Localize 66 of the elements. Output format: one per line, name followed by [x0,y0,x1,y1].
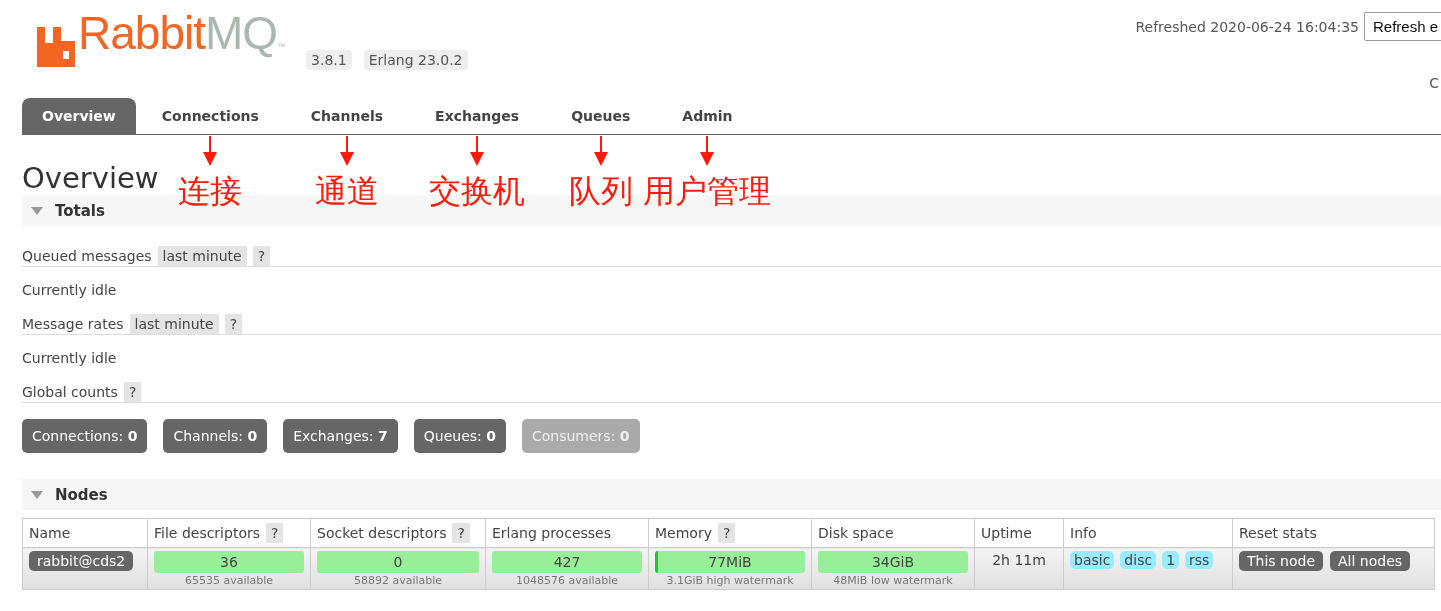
nav-tab[interactable]: Queues [545,98,657,134]
usage-detail: 48MiB low watermark [832,574,954,587]
arrow-icon [203,136,218,166]
info-tag: basic [1070,551,1115,569]
column-label: Disk space [818,525,894,541]
logo-icon [37,27,75,67]
section-header[interactable]: Nodes [22,479,1441,510]
help-button[interactable]: ? [224,314,243,334]
column-label: Uptime [981,525,1032,541]
column-label: Socket descriptors [317,525,447,541]
count-button[interactable]: Queues: 0 [413,419,506,453]
version-badge: 3.8.1 [306,50,352,70]
refreshed-time: Refreshed 2020-06-24 16:04:35 [1135,18,1359,35]
usage-detail: 1048576 available [514,574,620,587]
reset-button[interactable]: All nodes [1330,551,1411,571]
usage-value: 34GiB [871,554,915,570]
column-label: Name [29,525,71,541]
section-title: Totals [55,201,105,220]
help-button[interactable]: ? [266,523,284,543]
usage-value: 427 [553,554,581,570]
help-button[interactable]: ? [452,523,470,543]
uptime-value: 2h 11m [992,552,1046,568]
column-label: Memory [655,525,712,541]
nav-tab[interactable]: Admin [656,98,759,134]
column-label: Info [1070,525,1097,541]
subsection-label: Global counts [22,384,118,400]
status-text: Currently idle [22,350,117,366]
help-button[interactable]: ? [252,246,271,266]
help-button[interactable]: ? [123,382,142,402]
node-name[interactable]: rabbit@cds2 [29,551,134,571]
subsection-label: Queued messages [22,248,152,264]
arrow-icon [593,136,608,166]
nav-tab[interactable]: Overview [22,98,136,134]
count-button[interactable]: Channels: 0 [163,419,268,453]
usage-value: 77MiB [708,554,752,570]
info-tag: 1 [1162,551,1180,569]
count-button[interactable]: Connections: 0 [22,419,148,453]
reset-button[interactable]: This node [1239,551,1323,571]
usage-detail: 58892 available [352,574,444,587]
nav-tab[interactable]: Exchanges [409,98,546,134]
logo-text: RabbitMQ™ [78,10,285,61]
section-title: Nodes [55,485,108,504]
arrow-icon [339,136,354,166]
arrow-icon [470,136,485,166]
nav-tab[interactable]: Channels [284,98,410,134]
refresh-select[interactable]: Refresh e [1363,12,1441,41]
usage-detail: 65535 available [183,574,275,587]
subsection-label: Message rates [22,316,124,332]
usage-detail: 3.1GiB high watermark [665,574,795,587]
range-option[interactable]: last minute [157,246,247,266]
column-label: File descriptors [154,525,260,541]
corner-text: C [1429,75,1439,91]
column-label: Reset stats [1239,525,1317,541]
version-badge: Erlang 23.0.2 [363,50,468,70]
status-text: Currently idle [22,282,117,298]
page-title: Overview [22,161,159,195]
info-tag: rss [1185,551,1214,569]
help-button[interactable]: ? [717,523,736,543]
nav-tab[interactable]: Connections [135,98,285,134]
usage-value: 0 [393,554,403,570]
column-label: Erlang processes [492,525,611,541]
range-option[interactable]: last minute [129,314,219,334]
info-tag: disc [1120,551,1157,569]
arrow-icon [700,136,715,166]
count-button[interactable]: Exchanges: 7 [283,419,398,453]
usage-value: 36 [220,554,238,570]
